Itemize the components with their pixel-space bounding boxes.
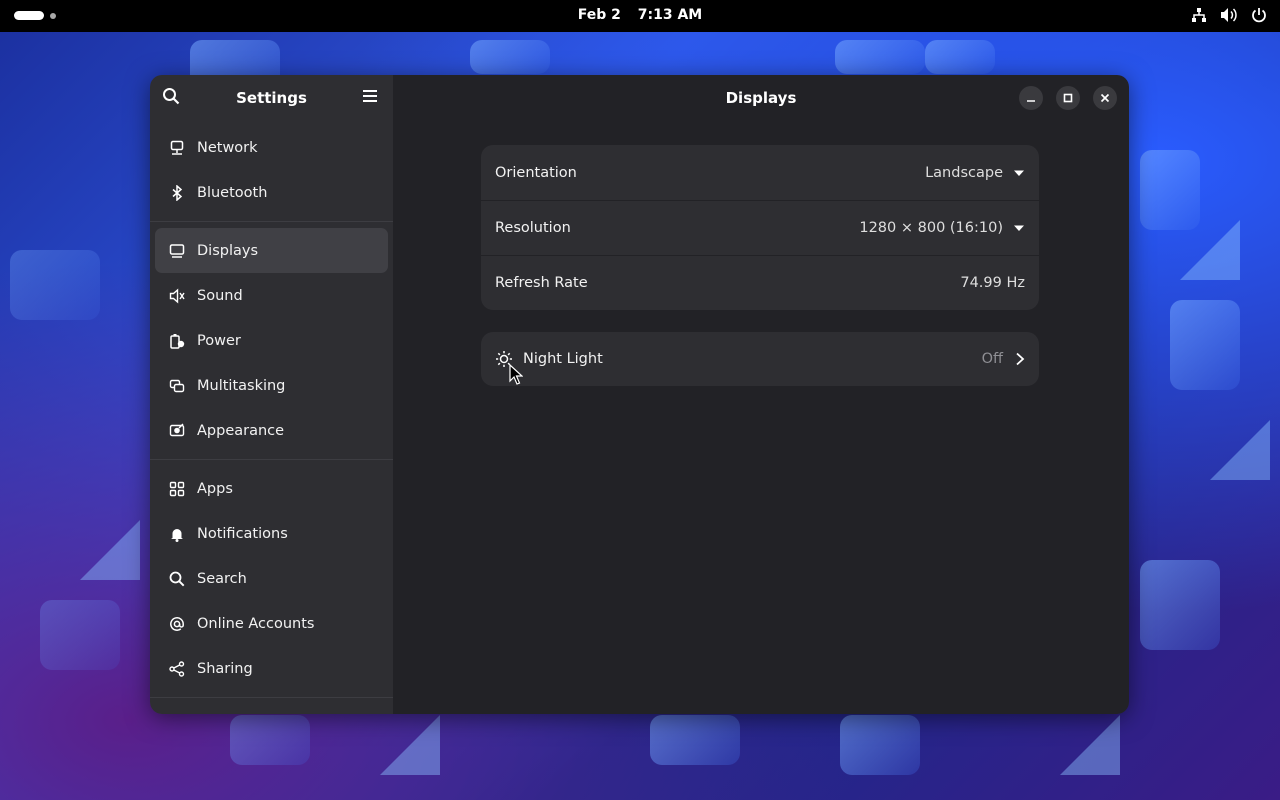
night-light-status: Off — [982, 351, 1025, 367]
night-light-value: Off — [981, 351, 1003, 367]
resolution-dropdown[interactable]: 1280 × 800 (16:10) — [859, 220, 1025, 236]
sidebar-item-apps[interactable]: Apps — [155, 466, 388, 511]
night-light-label: Night Light — [523, 351, 603, 367]
night-light-row[interactable]: Night Light Off — [481, 332, 1039, 386]
page-title: Displays — [725, 88, 797, 107]
sidebar-item-label: Power — [197, 332, 241, 349]
sidebar-item-sharing[interactable]: Sharing — [155, 646, 388, 691]
sidebar-item-displays[interactable]: Displays — [155, 228, 388, 273]
orientation-label: Orientation — [495, 164, 577, 181]
main-panel: Displays Orientation Landscape Resolutio… — [393, 75, 1129, 714]
multitasking-icon — [169, 378, 185, 394]
power-icon[interactable] — [1250, 6, 1268, 24]
dropdown-arrow-icon — [1014, 225, 1024, 231]
mouse-cursor-icon — [509, 364, 523, 385]
bluetooth-icon — [169, 184, 185, 201]
clock-time: 7:13 AM — [637, 7, 703, 23]
close-icon — [1100, 93, 1110, 103]
sidebar-item-label: Apps — [197, 480, 233, 497]
at-sign-icon — [169, 616, 185, 632]
orientation-dropdown[interactable]: Landscape — [925, 165, 1025, 181]
bell-icon — [169, 526, 185, 542]
sidebar-item-label: Displays — [197, 242, 259, 259]
sidebar-item-bluetooth[interactable]: Bluetooth — [155, 170, 388, 215]
minimize-button[interactable] — [1019, 86, 1043, 110]
power-battery-icon — [169, 333, 185, 349]
hamburger-menu-icon[interactable] — [361, 87, 381, 107]
sidebar-separator — [150, 459, 393, 460]
resolution-label: Resolution — [495, 220, 571, 236]
sidebar: Settings Network Bluetooth Displays Soun — [150, 75, 393, 714]
network-icon — [169, 140, 185, 156]
speaker-icon — [169, 287, 185, 304]
sidebar-item-label: Network — [197, 139, 258, 156]
sidebar-item-sound[interactable]: Sound — [155, 273, 388, 318]
appearance-icon — [169, 423, 185, 439]
maximize-button[interactable] — [1056, 86, 1080, 110]
sidebar-item-label: Sound — [197, 287, 243, 304]
apps-grid-icon — [169, 481, 185, 497]
refresh-rate-value: 74.99 Hz — [960, 275, 1025, 291]
window-controls — [1019, 86, 1117, 110]
clock-date: Feb 2 — [577, 7, 621, 23]
sidebar-item-label: Bluetooth — [197, 184, 268, 201]
maximize-icon — [1063, 93, 1073, 103]
sidebar-separator — [150, 221, 393, 222]
search-icon — [169, 571, 185, 587]
sidebar-header: Settings — [150, 75, 393, 120]
night-light-card: Night Light Off — [481, 332, 1039, 386]
main-header: Displays — [393, 75, 1129, 120]
volume-icon[interactable] — [1220, 6, 1238, 24]
close-button[interactable] — [1093, 86, 1117, 110]
sidebar-list: Network Bluetooth Displays Sound Power M… — [150, 120, 393, 698]
sidebar-item-label: Sharing — [197, 660, 253, 677]
sidebar-item-search[interactable]: Search — [155, 556, 388, 601]
clock[interactable]: Feb 2 7:13 AM — [0, 7, 1280, 23]
sidebar-item-notifications[interactable]: Notifications — [155, 511, 388, 556]
refresh-rate-row[interactable]: Refresh Rate 74.99 Hz — [481, 255, 1039, 310]
settings-window: Settings Network Bluetooth Displays Soun — [150, 75, 1129, 714]
share-icon — [169, 660, 185, 677]
sidebar-item-online-accounts[interactable]: Online Accounts — [155, 601, 388, 646]
resolution-row[interactable]: Resolution 1280 × 800 (16:10) — [481, 200, 1039, 255]
minimize-icon — [1027, 100, 1035, 102]
sidebar-item-label: Appearance — [197, 422, 285, 439]
sidebar-item-label: Online Accounts — [197, 615, 315, 632]
sidebar-item-power[interactable]: Power — [155, 318, 388, 363]
sidebar-item-label: Multitasking — [197, 377, 286, 394]
chevron-right-icon — [1016, 352, 1025, 366]
sidebar-item-multitasking[interactable]: Multitasking — [155, 363, 388, 408]
sidebar-separator — [150, 697, 393, 698]
system-tray[interactable] — [1190, 6, 1268, 24]
resolution-value: 1280 × 800 (16:10) — [859, 220, 1003, 236]
search-icon[interactable] — [162, 87, 182, 107]
display-icon — [169, 243, 185, 259]
sidebar-item-network[interactable]: Network — [155, 125, 388, 170]
orientation-value: Landscape — [925, 164, 1003, 181]
sidebar-item-label: Notifications — [197, 525, 288, 542]
top-bar: Feb 2 7:13 AM — [0, 0, 1280, 32]
sidebar-item-label: Search — [197, 570, 247, 587]
orientation-row[interactable]: Orientation Landscape — [481, 145, 1039, 200]
display-settings-card: Orientation Landscape Resolution 1280 × … — [481, 145, 1039, 310]
dropdown-arrow-icon — [1014, 170, 1024, 176]
network-icon[interactable] — [1190, 6, 1208, 24]
sidebar-title: Settings — [236, 88, 307, 107]
refresh-rate-label: Refresh Rate — [495, 275, 588, 291]
sidebar-item-appearance[interactable]: Appearance — [155, 408, 388, 453]
